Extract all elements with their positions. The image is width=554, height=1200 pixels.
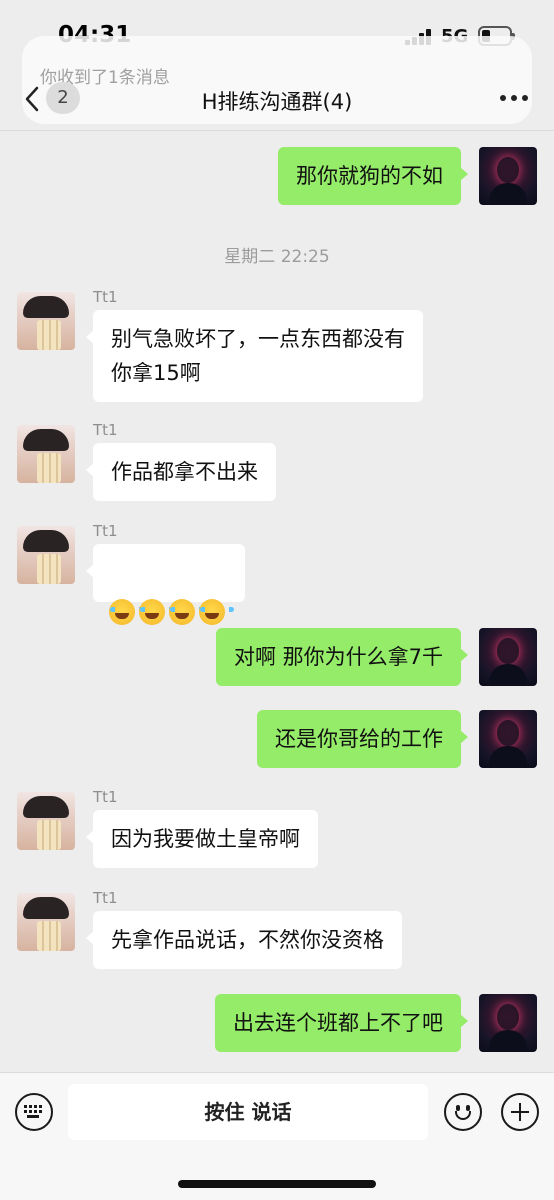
contact-avatar[interactable] <box>17 893 75 951</box>
message-bubble-incoming[interactable]: 别气急败坏了，一点东西都没有 你拿15啊 <box>86 310 423 402</box>
contact-avatar[interactable] <box>17 526 75 584</box>
message-bubble-outgoing[interactable]: 那你就狗的不如 <box>278 147 468 205</box>
chat-title: H排练沟通群(4) <box>201 90 353 114</box>
message-bubble-incoming[interactable]: 先拿作品说话，不然你没资格 <box>86 911 402 969</box>
laugh-cry-emoji-icon <box>199 599 234 625</box>
plus-icon[interactable] <box>501 1093 539 1131</box>
message-bubble-outgoing[interactable]: 出去连个班都上不了吧 <box>215 994 468 1052</box>
smiley-icon[interactable] <box>444 1093 482 1131</box>
laugh-cry-emoji-icon <box>109 599 144 625</box>
contact-avatar[interactable] <box>17 792 75 850</box>
self-avatar[interactable] <box>479 628 537 686</box>
sender-name: Tt1 <box>93 522 118 540</box>
nav-divider <box>0 130 554 131</box>
message-bubble-incoming-emoji[interactable] <box>86 544 245 625</box>
message-bubble-outgoing[interactable]: 对啊 那你为什么拿7千 <box>215 628 469 686</box>
more-options-icon[interactable] <box>500 95 528 103</box>
keyboard-icon[interactable] <box>15 1093 53 1131</box>
message-bubble-incoming[interactable]: 作品都拿不出来 <box>86 443 276 501</box>
self-avatar[interactable] <box>479 147 537 205</box>
home-indicator[interactable] <box>178 1180 376 1188</box>
contact-avatar[interactable] <box>17 292 75 350</box>
message-timestamp: 星期二 22:25 <box>224 247 330 267</box>
message-bubble-outgoing[interactable]: 还是你哥给的工作 <box>257 710 468 768</box>
sender-name: Tt1 <box>93 788 118 806</box>
contact-avatar[interactable] <box>17 425 75 483</box>
self-avatar[interactable] <box>479 710 537 768</box>
sender-name: Tt1 <box>93 288 118 306</box>
sender-name: Tt1 <box>93 889 118 907</box>
self-avatar[interactable] <box>479 994 537 1052</box>
sender-name: Tt1 <box>93 421 118 439</box>
hold-to-talk-button[interactable]: 按住 说话 <box>68 1084 428 1140</box>
laugh-cry-emoji-icon <box>169 599 204 625</box>
message-bubble-incoming[interactable]: 因为我要做土皇帝啊 <box>86 810 318 868</box>
laugh-cry-emoji-icon <box>139 599 174 625</box>
